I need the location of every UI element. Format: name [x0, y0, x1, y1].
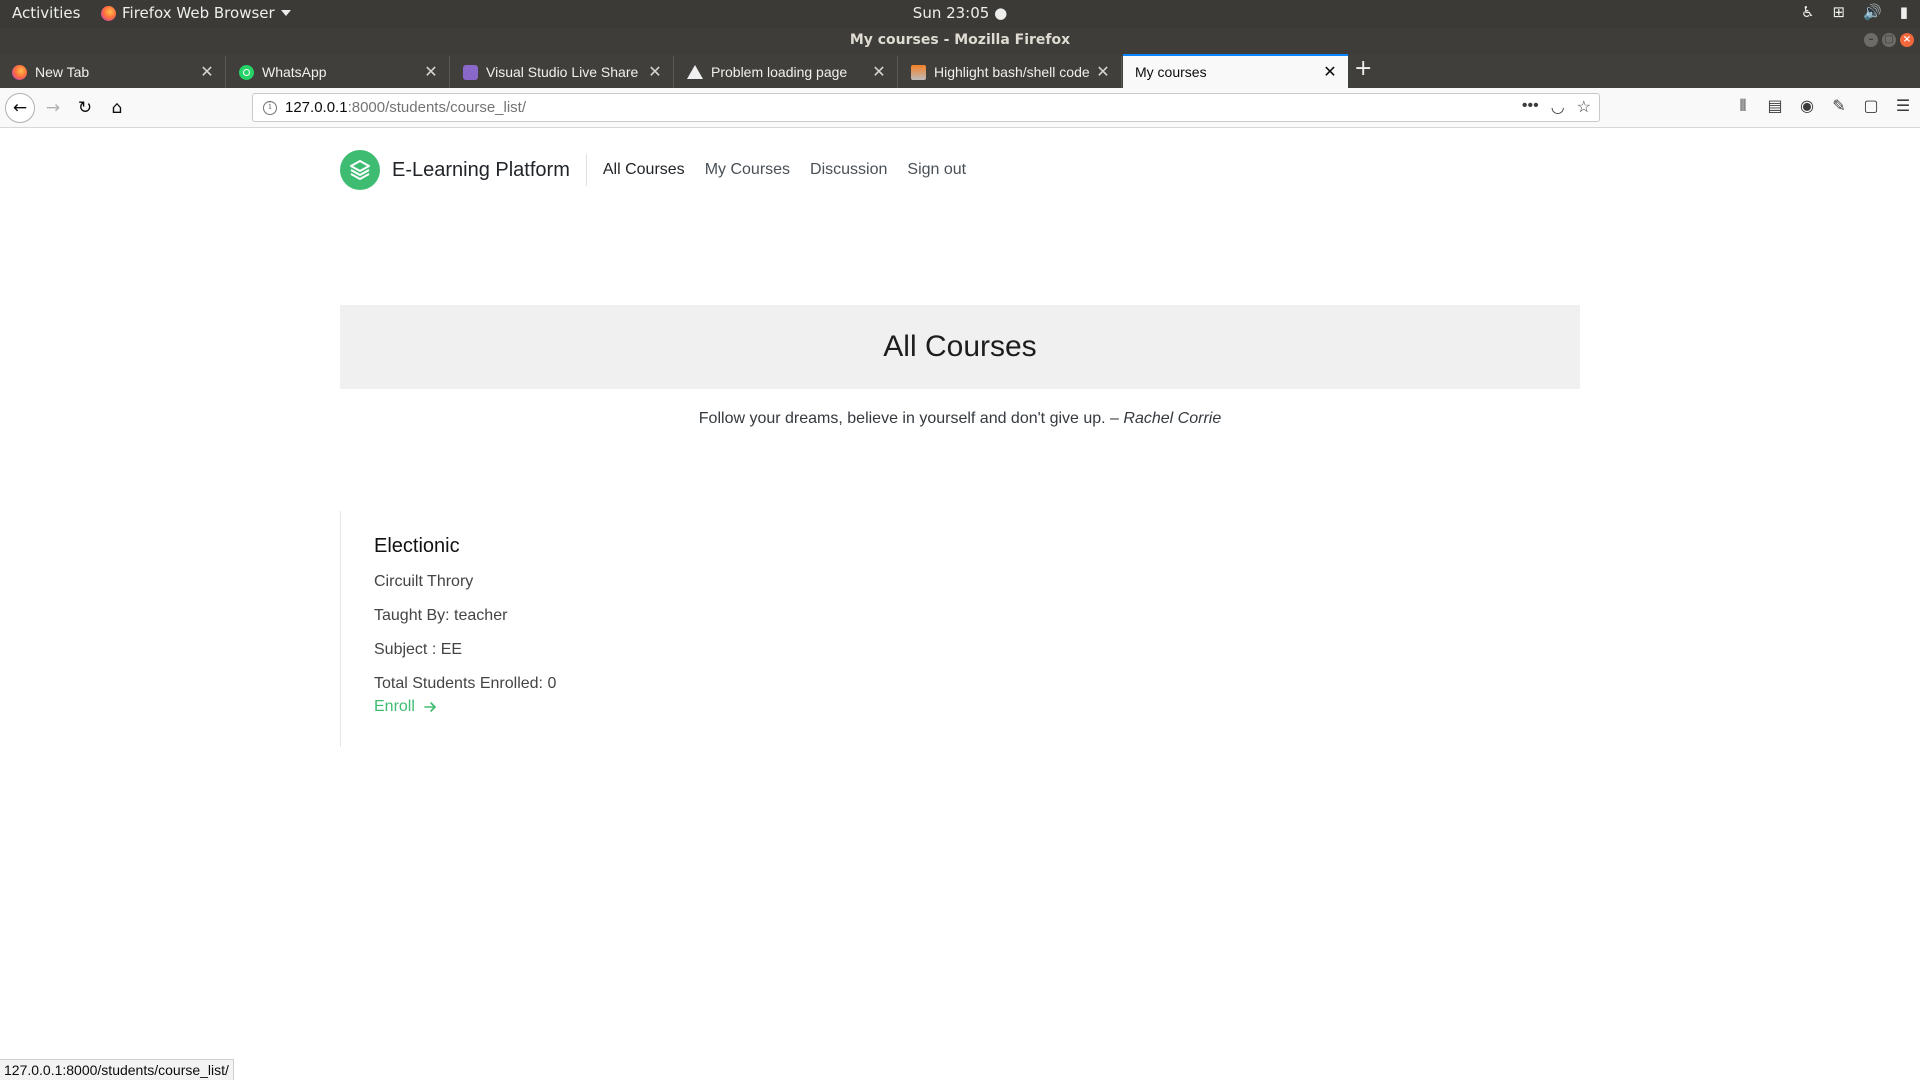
tab-my-courses[interactable]: My courses ✕ [1123, 54, 1348, 88]
warning-icon [687, 65, 703, 79]
reload-icon[interactable]: ↻ [72, 95, 98, 121]
window-close-icon[interactable]: × [1900, 33, 1914, 47]
close-icon[interactable]: ✕ [871, 62, 887, 82]
chevron-down-icon [280, 10, 291, 16]
account-icon[interactable]: ◉ [1798, 96, 1816, 116]
home-icon[interactable]: ⌂ [104, 95, 130, 121]
url-path: :8000/students/course_list/ [347, 99, 527, 116]
stackoverflow-icon [911, 64, 926, 80]
back-icon[interactable]: ← [5, 93, 35, 123]
clock[interactable]: Sun 23:05 ● [913, 4, 1007, 22]
tab-problem-loading[interactable]: Problem loading page ✕ [675, 56, 898, 88]
enroll-label: Enroll [374, 698, 415, 715]
tab-label: My courses [1135, 64, 1207, 80]
course-name: Circuilt Throry [374, 573, 474, 590]
quote: Follow your dreams, believe in yourself … [340, 410, 1580, 428]
window-titlebar: My courses - Mozilla Firefox – □ × [0, 28, 1920, 54]
arrow-right-icon [424, 702, 436, 712]
network-icon[interactable]: ⊞ [1832, 3, 1845, 21]
tab-whatsapp[interactable]: WhatsApp ✕ [227, 56, 450, 88]
nav-sign-out[interactable]: Sign out [907, 161, 966, 179]
header-divider [585, 154, 587, 186]
system-tray: ♿ ⊞ 🔊 ▮ [1801, 3, 1908, 21]
site-brand[interactable]: E-Learning Platform [392, 159, 570, 182]
tab-label: WhatsApp [262, 64, 327, 80]
firefox-icon [12, 64, 27, 80]
vs-liveshare-icon [463, 64, 478, 80]
menu-icon[interactable]: ☰ [1894, 96, 1912, 116]
system-top-bar: Activities Firefox Web Browser Sun 23:05… [0, 0, 1920, 28]
extension-icon[interactable]: ▢ [1862, 96, 1880, 116]
hero-banner: All Courses [340, 305, 1580, 389]
minimize-icon[interactable]: – [1864, 33, 1878, 47]
bookmark-star-icon[interactable]: ☆ [1577, 97, 1591, 117]
page-content: E-Learning Platform All Courses My Cours… [0, 129, 1920, 1080]
site-header: E-Learning Platform All Courses My Cours… [340, 149, 966, 191]
pocket-icon[interactable]: ◡ [1551, 97, 1565, 117]
forward-icon[interactable]: → [40, 95, 66, 121]
quote-text: Follow your dreams, believe in yourself … [698, 410, 1119, 427]
page-title: All Courses [883, 330, 1037, 363]
tab-new-tab[interactable]: New Tab ✕ [0, 56, 226, 88]
app-menu[interactable]: Firefox Web Browser [101, 4, 291, 22]
maximize-icon[interactable]: □ [1882, 33, 1896, 47]
tab-label: New Tab [35, 64, 90, 80]
navigation-toolbar: ← → ↻ ⌂ i 127.0.0.1:8000/students/course… [0, 88, 1920, 128]
course-title: Electionic [374, 535, 460, 557]
window-controls: – □ × [1864, 33, 1914, 47]
nav-my-courses[interactable]: My Courses [705, 161, 790, 179]
close-icon[interactable]: ✕ [423, 62, 439, 82]
tab-label: Highlight bash/shell code [934, 64, 1090, 80]
new-tab-icon[interactable]: + [1354, 58, 1372, 80]
close-icon[interactable]: ✕ [199, 62, 215, 82]
quote-author: Rachel Corrie [1123, 410, 1222, 427]
nav-discussion[interactable]: Discussion [810, 161, 887, 179]
course-card: Electionic Circuilt Throry Taught By: te… [340, 511, 720, 747]
toolbar-right: ⫴ ▤ ◉ ✎ ▢ ☰ [1734, 96, 1912, 116]
info-icon[interactable]: i [263, 100, 277, 115]
tab-strip: New Tab ✕ WhatsApp ✕ Visual Studio Live … [0, 54, 1920, 88]
course-enrolled-count: Total Students Enrolled: 0 [374, 675, 557, 692]
tab-vs-live-share[interactable]: Visual Studio Live Share ✕ [451, 56, 674, 88]
page-actions-icon[interactable]: ••• [1522, 97, 1539, 117]
site-nav: All Courses My Courses Discussion Sign o… [603, 161, 966, 179]
layers-logo-icon[interactable] [340, 150, 380, 190]
url-bar[interactable]: i 127.0.0.1:8000/students/course_list/ •… [252, 93, 1600, 122]
whatsapp-icon [239, 64, 254, 80]
course-teacher: Taught By: teacher [374, 607, 508, 624]
url-host: 127.0.0.1 [285, 99, 348, 116]
close-icon[interactable]: ✕ [1322, 62, 1338, 82]
close-icon[interactable]: ✕ [1095, 62, 1111, 82]
url-actions: ••• ◡ ☆ [1522, 97, 1591, 117]
app-menu-label: Firefox Web Browser [122, 4, 275, 22]
firefox-icon [101, 5, 116, 21]
volume-icon[interactable]: 🔊 [1863, 3, 1882, 21]
tab-label: Visual Studio Live Share [486, 64, 639, 80]
status-bar-url: 127.0.0.1:8000/students/course_list/ [0, 1059, 234, 1080]
sidebar-icon[interactable]: ▤ [1766, 96, 1784, 116]
enroll-link[interactable]: Enroll [374, 698, 437, 716]
library-icon[interactable]: ⫴ [1734, 96, 1752, 116]
tab-label: Problem loading page [711, 64, 848, 80]
window-title: My courses - Mozilla Firefox [849, 32, 1071, 48]
tab-highlight-bash[interactable]: Highlight bash/shell code ✕ [899, 56, 1122, 88]
accessibility-icon[interactable]: ♿ [1801, 3, 1814, 21]
battery-icon[interactable]: ▮ [1900, 3, 1908, 21]
activities-button[interactable]: Activities [12, 4, 80, 22]
course-subject: Subject : EE [374, 641, 463, 658]
nav-all-courses[interactable]: All Courses [603, 161, 685, 179]
close-icon[interactable]: ✕ [647, 62, 663, 82]
eyedropper-icon[interactable]: ✎ [1830, 96, 1848, 116]
